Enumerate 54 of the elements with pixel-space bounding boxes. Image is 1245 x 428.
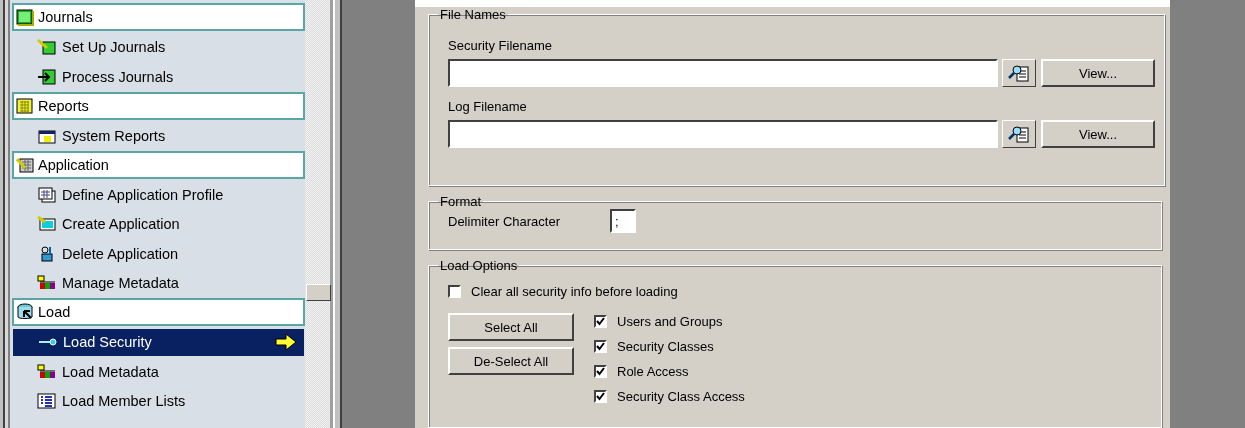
- nav-item[interactable]: Create Application: [12, 209, 305, 239]
- checkbox-label: Security Class Access: [617, 389, 745, 404]
- list-icon: [37, 392, 56, 411]
- select-button[interactable]: Select All: [448, 313, 574, 341]
- nav-item[interactable]: Set Up Journals: [12, 32, 305, 62]
- import-icon: [37, 67, 56, 86]
- select-button[interactable]: De-Select All: [448, 347, 574, 375]
- field-label: Security Filename: [448, 38, 554, 53]
- checkbox[interactable]: [594, 365, 607, 378]
- scroll-thumb[interactable]: [306, 284, 331, 301]
- magnifier-document-icon: [1008, 63, 1030, 83]
- group-title: Load Options: [439, 258, 519, 273]
- checkbox[interactable]: [594, 340, 607, 353]
- browse-button[interactable]: [1002, 59, 1036, 87]
- nav-item[interactable]: Manage Metadata: [12, 268, 305, 298]
- checkbox-label: Clear all security info before loading: [471, 283, 678, 299]
- nav-item[interactable]: Load Metadata: [12, 357, 305, 387]
- database-icon: [16, 303, 35, 321]
- calendar-icon: [37, 185, 56, 204]
- filename-field[interactable]: [448, 59, 998, 87]
- nav-item[interactable]: Delete Application: [12, 239, 305, 269]
- filename-field[interactable]: [448, 120, 998, 148]
- checkbox[interactable]: [594, 390, 607, 403]
- table-icon: [16, 96, 35, 115]
- group-title: File Names: [439, 7, 507, 22]
- pencil-grid-icon: [37, 38, 56, 57]
- checkbox[interactable]: [448, 284, 461, 298]
- nav-item[interactable]: Process Journals: [12, 62, 305, 92]
- pencil-grid-icon: [16, 155, 35, 174]
- view-button[interactable]: View...: [1041, 120, 1155, 148]
- nav-item[interactable]: System Reports: [12, 121, 305, 151]
- field-label: Delimiter Character: [448, 213, 560, 229]
- nav-item[interactable]: Define Application Profile: [12, 180, 305, 210]
- nav-item[interactable]: Load Member Lists: [12, 386, 305, 416]
- section-header[interactable]: Load: [12, 298, 305, 326]
- checkbox[interactable]: [594, 315, 607, 328]
- view-button[interactable]: View...: [1041, 59, 1155, 87]
- checkbox-label: Users and Groups: [617, 314, 723, 329]
- field-label: Log Filename: [448, 99, 528, 114]
- blocks-icon: [37, 362, 56, 381]
- section-header[interactable]: Application: [12, 150, 305, 179]
- splitter-bar[interactable]: [330, 0, 345, 428]
- magnifier-document-icon: [1008, 124, 1030, 144]
- checkbox-label: Security Classes: [617, 339, 714, 354]
- delimiter-field[interactable]: ;: [610, 209, 636, 233]
- browse-button[interactable]: [1002, 120, 1036, 148]
- section-header[interactable]: Journals: [12, 3, 305, 31]
- grid-icon: [16, 8, 35, 26]
- monitor-icon: [37, 215, 56, 234]
- arrow-icon: [274, 332, 298, 353]
- nav-item[interactable]: Load Security: [12, 327, 305, 357]
- group-title: Format: [439, 194, 483, 209]
- checkbox-label: Role Access: [617, 364, 689, 379]
- section-header[interactable]: Reports: [12, 91, 305, 120]
